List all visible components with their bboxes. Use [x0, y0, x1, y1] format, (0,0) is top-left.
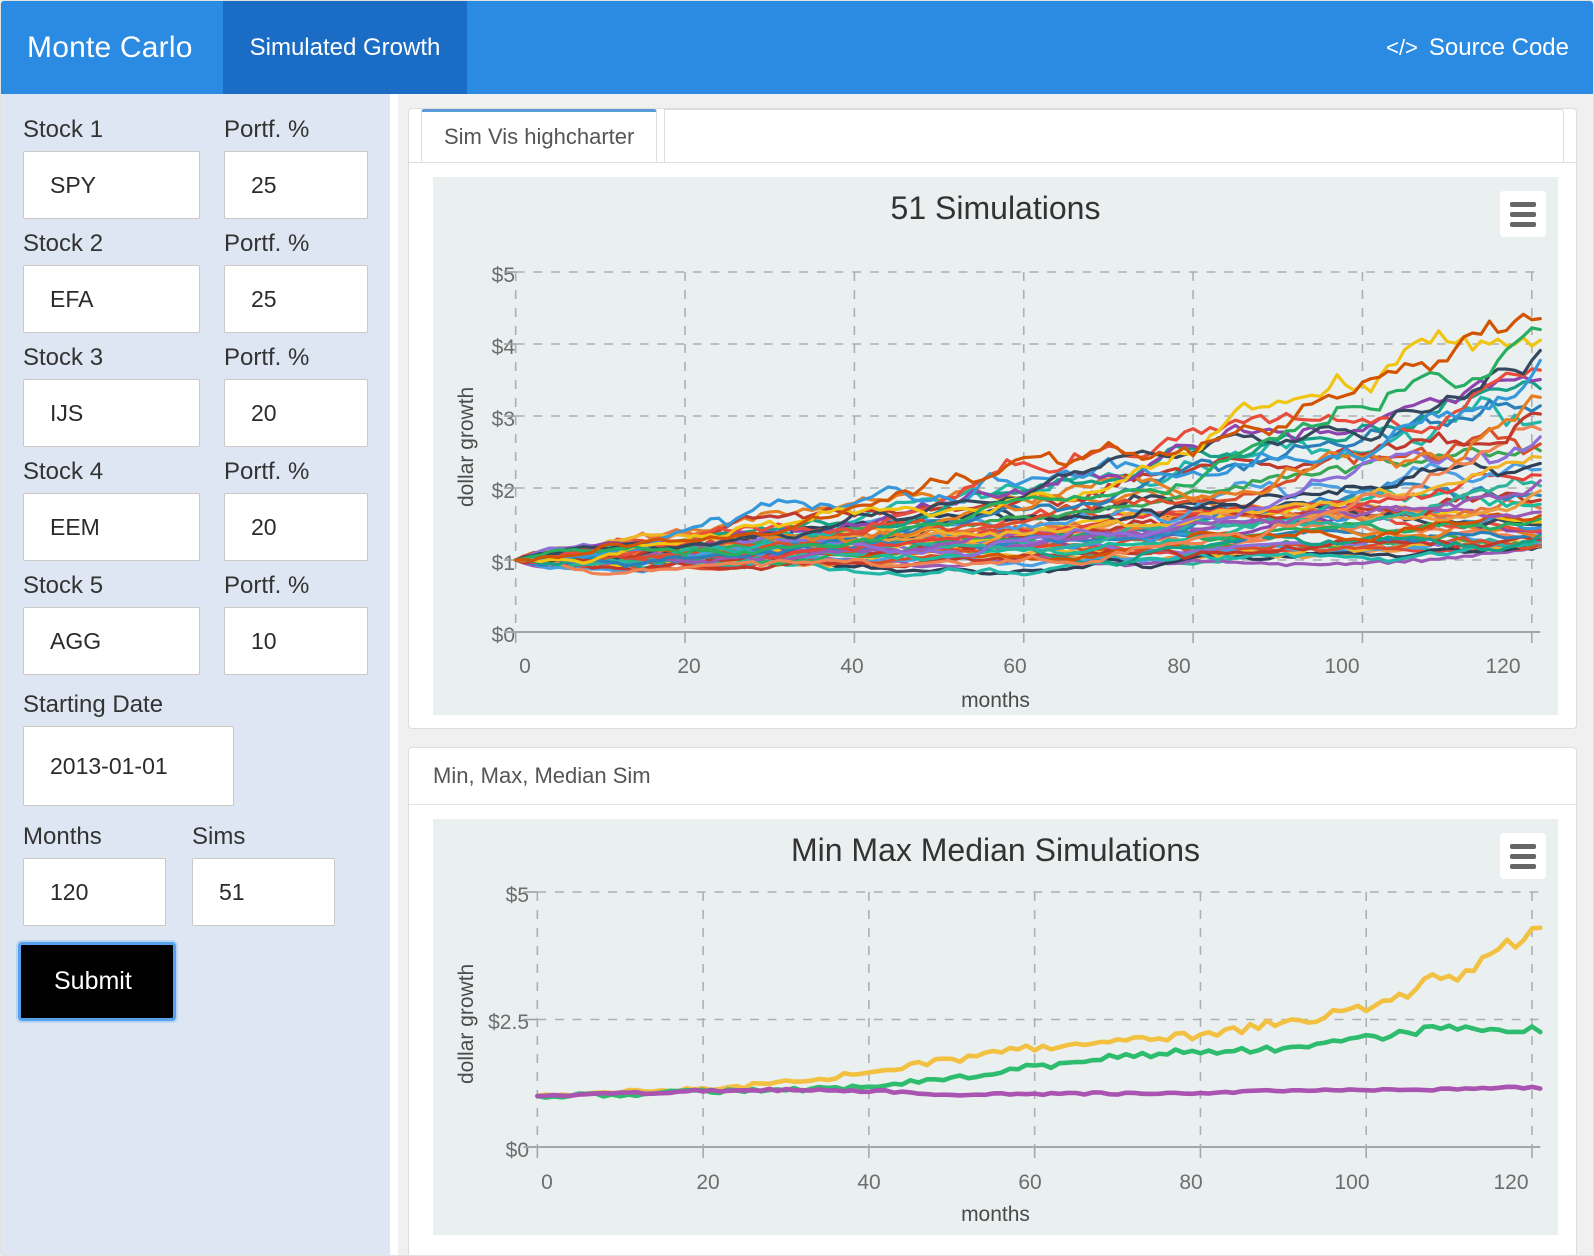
portf-1-input[interactable]: 25 — [224, 151, 368, 219]
min-max-median-panel: Min, Max, Median Sim Min Max Median Simu… — [408, 747, 1577, 1255]
stock-3-input[interactable]: IJS — [23, 379, 200, 447]
portf-3-input[interactable]: 20 — [224, 379, 368, 447]
input-sidebar: Stock 1 SPY Portf. % 25 Stock 2 EFA Port… — [1, 94, 394, 1255]
sims-input[interactable]: 51 — [192, 858, 335, 926]
panel1-tabstrip: Sim Vis highcharter — [409, 109, 1576, 163]
source-code-label: Source Code — [1428, 33, 1569, 61]
stock-3-label: Stock 3 — [23, 344, 104, 371]
portf-5-label: Portf. % — [224, 572, 310, 599]
portf-4-input[interactable]: 20 — [224, 493, 368, 561]
portf-5-input[interactable]: 10 — [224, 607, 368, 675]
app-brand-title: Monte Carlo — [27, 30, 193, 64]
stock-4-field-group: Stock 4 EEM — [23, 460, 200, 561]
stock-2-label: Stock 2 — [23, 230, 104, 257]
code-icon: </> — [1386, 34, 1418, 60]
min-max-median-chart: Min Max Median Simulations dollar growth… — [433, 819, 1558, 1235]
stock-row-3: Stock 3 IJS Portf. % 20 — [1, 346, 390, 447]
nav-tab-simulated-growth[interactable]: Simulated Growth — [222, 1, 468, 94]
months-sims-row: Months 120 Sims 51 — [1, 825, 390, 926]
months-field-group: Months 120 — [23, 825, 166, 926]
simulations-plot-area — [503, 271, 1542, 643]
simulations-chart: 51 Simulations dollar growth $5 $4 $3 $2… — [433, 177, 1558, 715]
stock-2-field-group: Stock 2 EFA — [23, 232, 200, 333]
sim-vis-panel: Sim Vis highcharter 51 Simulations dolla… — [408, 108, 1577, 729]
app-window: Monte Carlo Simulated Growth </> Source … — [0, 0, 1594, 1256]
stock-1-label: Stock 1 — [23, 116, 104, 143]
stock-row-1: Stock 1 SPY Portf. % 25 — [1, 118, 390, 219]
stock-5-label: Stock 5 — [23, 572, 104, 599]
starting-date-label: Starting Date — [23, 691, 164, 718]
portf-3-field-group: Portf. % 20 — [224, 346, 368, 447]
stock-row-5: Stock 5 AGG Portf. % 10 — [1, 574, 390, 675]
stock-3-field-group: Stock 3 IJS — [23, 346, 200, 447]
portf-4-label: Portf. % — [224, 458, 310, 485]
sims-label: Sims — [192, 823, 246, 850]
stock-1-field-group: Stock 1 SPY — [23, 118, 200, 219]
starting-date-row: Starting Date 2013-01-01 — [1, 693, 390, 806]
sims-field-group: Sims 51 — [192, 825, 335, 926]
portf-3-label: Portf. % — [224, 344, 310, 371]
portf-2-input[interactable]: 25 — [224, 265, 368, 333]
months-label: Months — [23, 823, 102, 850]
portf-1-label: Portf. % — [224, 116, 310, 143]
starting-date-field-group: Starting Date 2013-01-01 — [23, 693, 234, 806]
stock-5-input[interactable]: AGG — [23, 607, 200, 675]
stock-2-input[interactable]: EFA — [23, 265, 200, 333]
tab-sim-vis-highcharter[interactable]: Sim Vis highcharter — [421, 109, 658, 162]
stock-5-field-group: Stock 5 AGG — [23, 574, 200, 675]
source-code-link[interactable]: </> Source Code — [1386, 1, 1593, 94]
portf-2-field-group: Portf. % 25 — [224, 232, 368, 333]
stock-row-2: Stock 2 EFA Portf. % 25 — [1, 232, 390, 333]
panel2-header-label: Min, Max, Median Sim — [433, 763, 651, 788]
portf-5-field-group: Portf. % 10 — [224, 574, 368, 675]
portf-2-label: Portf. % — [224, 230, 310, 257]
tabstrip-filler — [664, 109, 1564, 162]
months-input[interactable]: 120 — [23, 858, 166, 926]
stock-4-label: Stock 4 — [23, 458, 104, 485]
navbar-spacer — [467, 1, 1386, 94]
stock-4-input[interactable]: EEM — [23, 493, 200, 561]
top-navbar: Monte Carlo Simulated Growth </> Source … — [1, 1, 1593, 94]
main-content: Sim Vis highcharter 51 Simulations dolla… — [398, 94, 1593, 1255]
stock-row-4: Stock 4 EEM Portf. % 20 — [1, 460, 390, 561]
portf-4-field-group: Portf. % 20 — [224, 460, 368, 561]
portf-1-field-group: Portf. % 25 — [224, 118, 368, 219]
min-max-median-plot-area — [523, 891, 1543, 1158]
submit-button[interactable]: Submit — [18, 942, 176, 1021]
stock-1-input[interactable]: SPY — [23, 151, 200, 219]
starting-date-input[interactable]: 2013-01-01 — [23, 726, 234, 806]
panel2-header: Min, Max, Median Sim — [409, 748, 1576, 805]
